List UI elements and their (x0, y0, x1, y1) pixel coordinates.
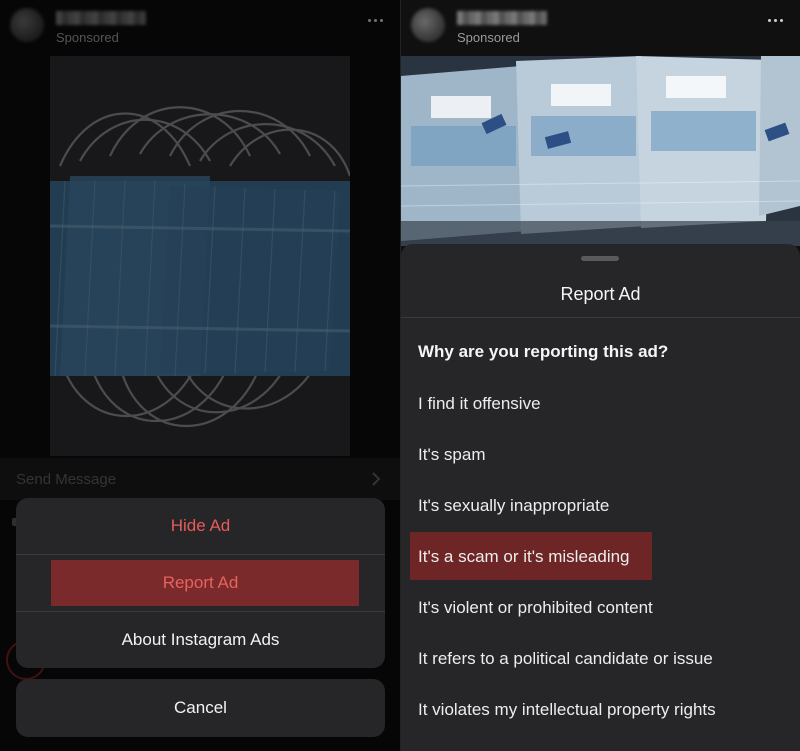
username-blurred[interactable] (56, 11, 146, 25)
left-screen: Sponsored Send Message Hide Ad Report Ad… (0, 0, 400, 751)
username-blurred[interactable] (457, 11, 547, 25)
send-message-bar[interactable]: Send Message (0, 458, 400, 500)
avatar[interactable] (411, 8, 445, 42)
reason-violent-prohibited[interactable]: It's violent or prohibited content (418, 598, 653, 618)
sponsored-label: Sponsored (56, 30, 119, 45)
cancel-label: Cancel (174, 698, 227, 717)
reason-scam-misleading[interactable]: It's a scam or it's misleading (418, 547, 630, 567)
right-screen: Sponsored Report Ad Why are you reportin… (401, 0, 800, 751)
ad-image[interactable] (50, 56, 350, 456)
report-question: Why are you reporting this ad? (418, 342, 669, 361)
more-horizontal-icon[interactable] (366, 15, 386, 25)
send-message-label: Send Message (16, 471, 117, 488)
drag-handle[interactable] (581, 256, 619, 261)
hide-ad-label: Hide Ad (170, 516, 231, 535)
reason-intellectual-property[interactable]: It violates my intellectual property rig… (418, 700, 716, 720)
post-header: Sponsored (0, 0, 400, 56)
cancel-button[interactable]: Cancel (16, 679, 385, 737)
reason-political[interactable]: It refers to a political candidate or is… (418, 649, 713, 669)
divider (401, 317, 800, 318)
chevron-right-icon (372, 472, 381, 486)
report-ad-sheet: Report Ad Why are you reporting this ad?… (401, 244, 800, 751)
mask-packages-image (401, 56, 800, 246)
sponsored-label: Sponsored (457, 30, 520, 45)
reason-spam[interactable]: It's spam (418, 445, 486, 465)
ad-image[interactable] (401, 56, 800, 246)
face-masks-image (50, 56, 350, 456)
avatar[interactable] (10, 8, 44, 42)
report-ad-label: Report Ad (162, 573, 239, 592)
reason-sexually-inappropriate[interactable]: It's sexually inappropriate (418, 496, 609, 516)
ad-options-sheet: Hide Ad Report Ad About Instagram Ads (16, 498, 385, 668)
about-instagram-ads-button[interactable]: About Instagram Ads (16, 612, 385, 668)
more-horizontal-icon[interactable] (766, 15, 786, 25)
post-header: Sponsored (401, 0, 800, 56)
report-ad-button[interactable]: Report Ad (16, 555, 385, 611)
hide-ad-button[interactable]: Hide Ad (16, 498, 385, 554)
about-instagram-ads-label: About Instagram Ads (121, 630, 280, 649)
reason-offensive[interactable]: I find it offensive (418, 394, 541, 414)
sheet-title: Report Ad (560, 284, 641, 304)
